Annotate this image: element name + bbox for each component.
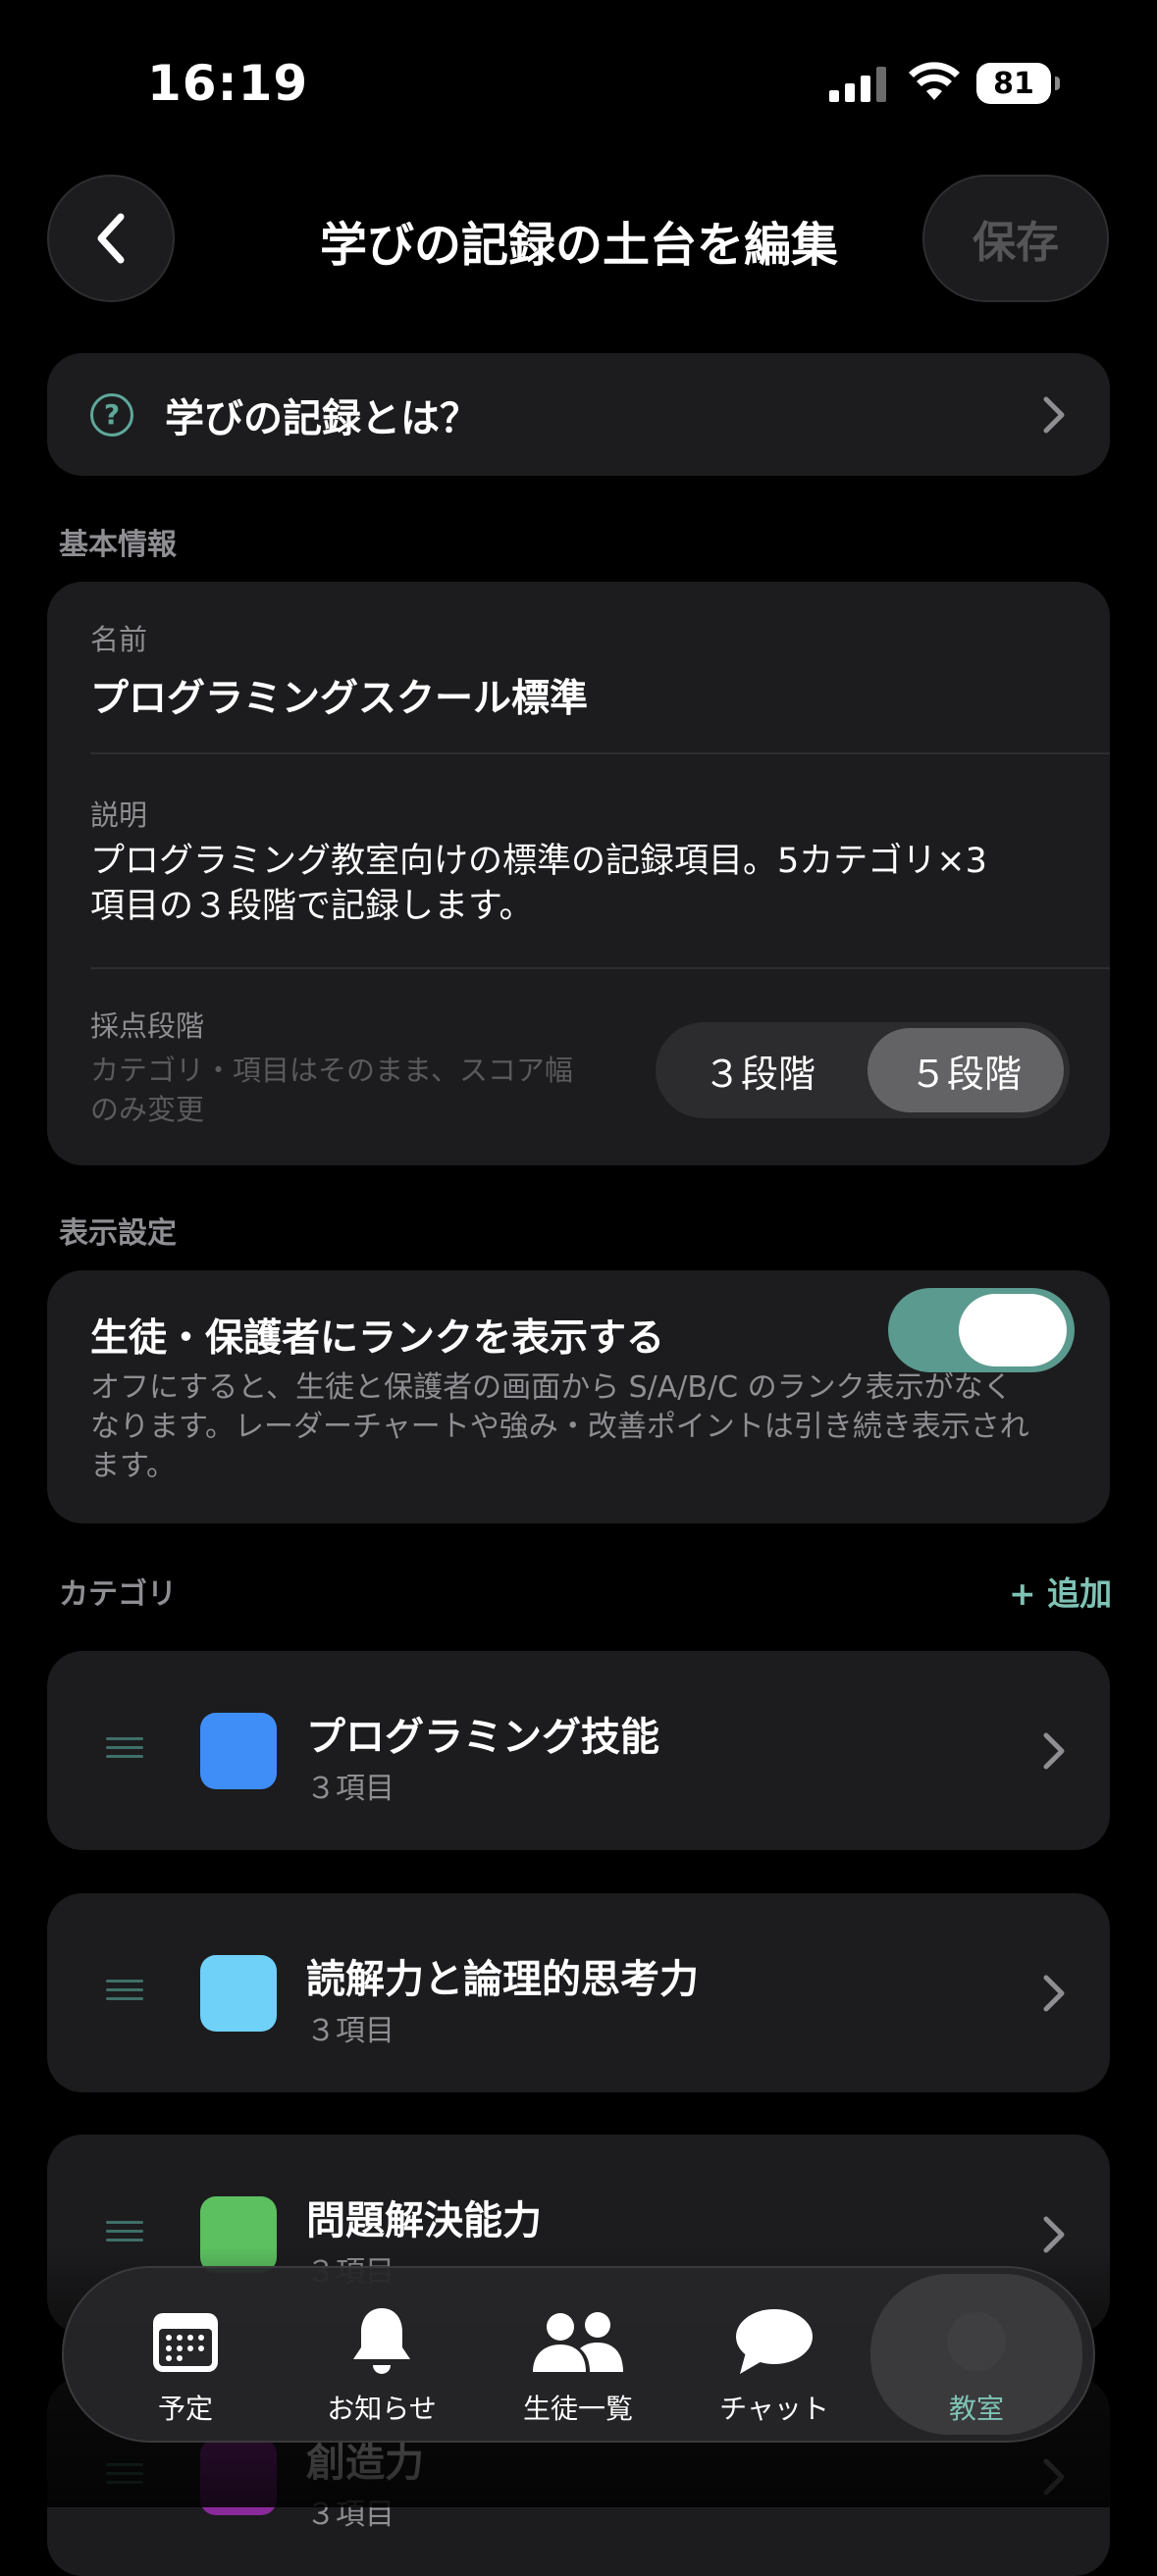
section-label-categories: カテゴリ [59, 1577, 177, 1612]
divider [90, 967, 1110, 969]
scoring-hint-line-1: カテゴリ・項目はそのまま、スコア幅 [90, 1054, 573, 1087]
segment-3-levels[interactable]: ３段階 [661, 1028, 858, 1112]
chevron-left-icon [97, 213, 125, 264]
drag-handle-icon[interactable] [106, 1737, 143, 1764]
drag-handle-icon[interactable] [106, 2221, 143, 2247]
divider [90, 752, 1110, 754]
tab-students[interactable]: 生徒一覧 [480, 2268, 676, 2441]
help-label: 学びの記録とは？ [165, 395, 479, 441]
rank-description-line-3: ます。 [90, 1449, 176, 1483]
rank-description-line-1: オフにすると、生徒と保護者の画面から S/A/B/C のランク表示がなく [90, 1370, 1013, 1405]
category-card[interactable]: プログラミング技能 ３項目 [47, 1651, 1110, 1850]
rank-visibility-toggle[interactable] [888, 1288, 1075, 1372]
tab-label: お知らせ [327, 2393, 437, 2425]
drag-handle-icon[interactable] [106, 1980, 143, 2006]
help-row[interactable]: ? 学びの記録とは？ [47, 353, 1110, 476]
rank-toggle-label: 生徒・保護者にランクを表示する [90, 1316, 665, 1361]
cellular-signal-icon [829, 67, 890, 106]
category-name: 問題解決能力 [306, 2198, 542, 2243]
chat-bubble-icon [734, 2305, 815, 2378]
category-item-count: ３項目 [306, 1772, 394, 1806]
description-label: 説明 [90, 799, 148, 832]
category-card[interactable]: 読解力と論理的思考力 ３項目 [47, 1893, 1110, 2092]
people-icon [529, 2305, 627, 2378]
description-line-1: プログラミング教室向けの標準の記録項目。5カテゴリ×3 [90, 842, 987, 881]
tab-label: 予定 [157, 2393, 213, 2425]
chevron-right-icon [1043, 1975, 1065, 2011]
calendar-icon [151, 2305, 220, 2378]
category-item-count: ３項目 [306, 2014, 394, 2048]
save-button[interactable]: 保存 [922, 175, 1109, 302]
tab-label: チャット [719, 2393, 829, 2425]
toggle-knob [959, 1294, 1067, 1366]
tab-schedule[interactable]: 予定 [87, 2268, 284, 2441]
name-label: 名前 [90, 623, 148, 656]
tab-bar: 予定 お知らせ 生徒一覧 チャット 教室 [62, 2266, 1095, 2443]
description-field[interactable]: プログラミング教室向けの標準の記録項目。5カテゴリ×3 項目の３段階で記録します… [90, 839, 1081, 929]
category-color-swatch [200, 1955, 277, 2032]
scoring-segmented-control[interactable]: ３段階 ５段階 [656, 1022, 1070, 1118]
status-time: 16:19 [147, 55, 309, 112]
category-color-swatch [200, 1713, 277, 1789]
rank-description-line-2: なります。レーダーチャートや強み・改善ポイントは引き続き表示され [90, 1410, 1029, 1444]
tab-classroom[interactable]: 教室 [870, 2274, 1082, 2435]
back-button[interactable] [47, 175, 175, 302]
rank-toggle-description: オフにすると、生徒と保護者の画面から S/A/B/C のランク表示がなく なりま… [90, 1368, 1091, 1486]
question-circle-icon: ? [90, 392, 133, 437]
chevron-right-icon [1043, 396, 1065, 433]
scoring-hint-line-2: のみ変更 [90, 1093, 205, 1126]
category-name: 読解力と論理的思考力 [306, 1957, 699, 2002]
segment-5-levels[interactable]: ５段階 [868, 1028, 1064, 1112]
battery-indicator: 81 [976, 63, 1060, 104]
tab-notices[interactable]: お知らせ [284, 2268, 480, 2441]
classroom-icon [942, 2305, 1011, 2378]
wifi-icon [908, 61, 961, 106]
scoring-label: 採点段階 [90, 1009, 205, 1043]
section-label-display-settings: 表示設定 [59, 1216, 177, 1251]
bell-icon [349, 2305, 414, 2378]
description-line-2: 項目の３段階で記録します。 [90, 887, 534, 926]
chevron-right-icon [1043, 1732, 1065, 1769]
add-category-button[interactable]: + 追加 [1009, 1568, 1112, 1615]
scoring-hint: カテゴリ・項目はそのまま、スコア幅 のみ変更 [90, 1051, 640, 1129]
tab-label: 教室 [948, 2393, 1004, 2425]
page-title: 学びの記録の土台を編集 [319, 218, 838, 273]
section-label-basic-info: 基本情報 [59, 528, 177, 562]
category-name: プログラミング技能 [306, 1715, 659, 1760]
name-field[interactable]: プログラミングスクール標準 [90, 668, 588, 723]
tab-label: 生徒一覧 [522, 2393, 633, 2425]
tab-chat[interactable]: チャット [676, 2268, 872, 2441]
